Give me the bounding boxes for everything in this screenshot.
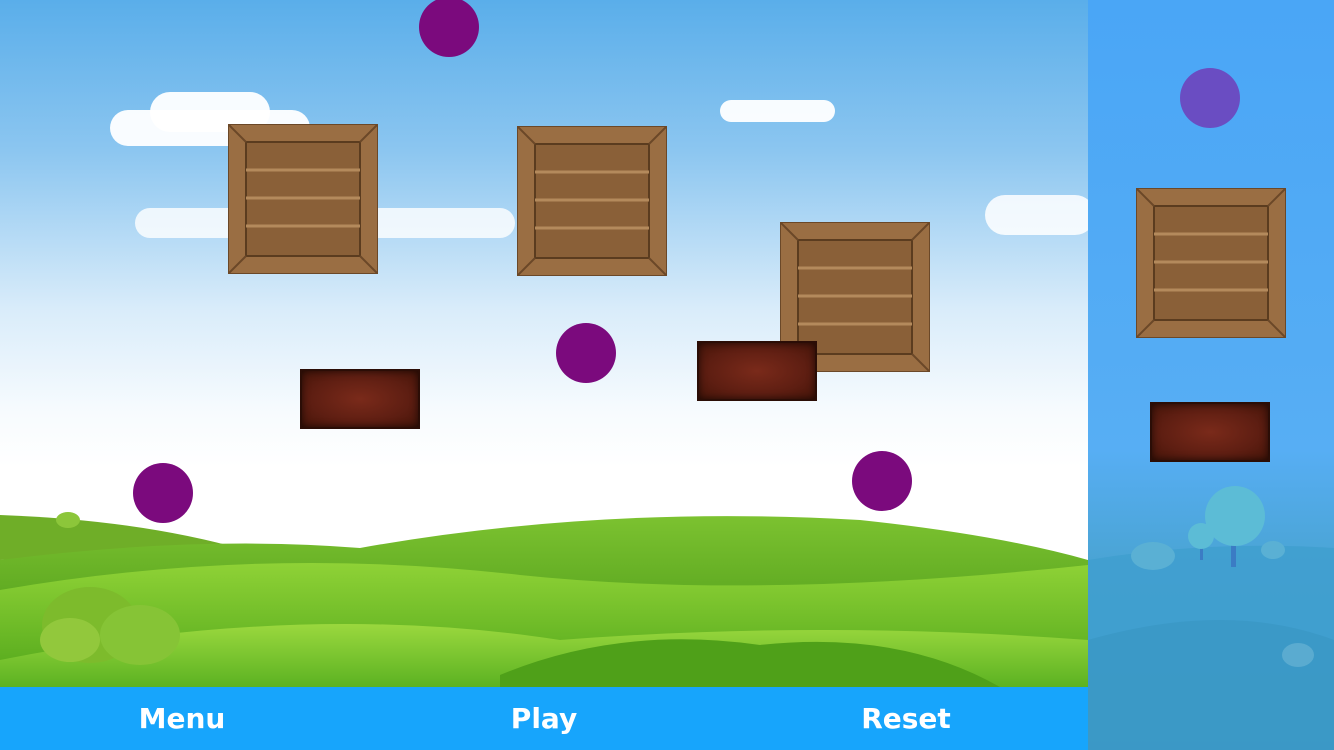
palette-ball[interactable] xyxy=(1180,68,1240,128)
brick-block[interactable] xyxy=(300,369,420,429)
crate-icon xyxy=(1136,188,1286,338)
crate-icon xyxy=(228,124,378,274)
palette-crate[interactable] xyxy=(1136,188,1286,338)
purple-ball[interactable] xyxy=(556,323,616,383)
brick-block[interactable] xyxy=(697,341,817,401)
wooden-crate[interactable] xyxy=(517,126,667,276)
object-palette xyxy=(1088,0,1334,750)
crate-icon xyxy=(517,126,667,276)
purple-ball[interactable] xyxy=(133,463,193,523)
game-scene[interactable] xyxy=(0,0,1088,687)
reset-button[interactable]: Reset xyxy=(826,687,986,750)
wooden-crate[interactable] xyxy=(228,124,378,274)
purple-ball[interactable] xyxy=(852,451,912,511)
play-button[interactable]: Play xyxy=(464,687,624,750)
bottom-control-bar: Menu Play Reset xyxy=(0,687,1088,750)
menu-button[interactable]: Menu xyxy=(102,687,262,750)
palette-brick[interactable] xyxy=(1150,402,1270,462)
